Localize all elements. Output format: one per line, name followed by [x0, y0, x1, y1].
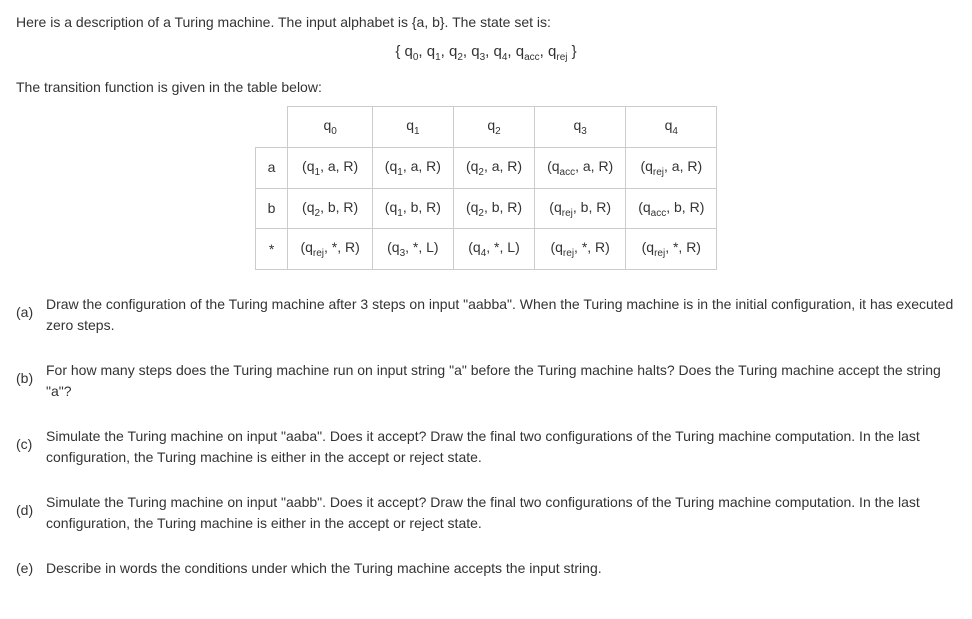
- cell: (q2, a, R): [453, 147, 534, 188]
- question-b: (b) For how many steps does the Turing m…: [16, 360, 956, 402]
- cell: (qrej, *, R): [535, 229, 626, 270]
- intro-alphabet-text: Here is a description of a Turing machin…: [16, 12, 956, 33]
- state-set: { q0, q1, q2, q3, q4, qacc, qrej }: [16, 41, 956, 65]
- cell: (q2, b, R): [453, 188, 534, 229]
- question-text: Simulate the Turing machine on input "aa…: [46, 426, 956, 468]
- question-label: (b): [16, 360, 46, 389]
- row-symbol: *: [255, 229, 288, 270]
- question-label: (a): [16, 294, 46, 323]
- table-row: a (q1, a, R) (q1, a, R) (q2, a, R) (qacc…: [255, 147, 717, 188]
- question-label: (c): [16, 426, 46, 455]
- transition-table: q0 q1 q2 q3 q4 a (q1, a, R) (q1, a, R) (…: [255, 106, 718, 270]
- question-text: Simulate the Turing machine on input "aa…: [46, 492, 956, 534]
- col-header-q1: q1: [372, 107, 453, 148]
- col-header-q2: q2: [453, 107, 534, 148]
- cell: (q1, b, R): [372, 188, 453, 229]
- cell: (q2, b, R): [288, 188, 372, 229]
- table-header-row: q0 q1 q2 q3 q4: [255, 107, 717, 148]
- question-label: (e): [16, 558, 46, 579]
- cell: (q4, *, L): [453, 229, 534, 270]
- question-text: For how many steps does the Turing machi…: [46, 360, 956, 402]
- cell: (q1, a, R): [372, 147, 453, 188]
- question-c: (c) Simulate the Turing machine on input…: [16, 426, 956, 468]
- cell: (qrej, *, R): [288, 229, 372, 270]
- table-row: b (q2, b, R) (q1, b, R) (q2, b, R) (qrej…: [255, 188, 717, 229]
- cell: (qrej, *, R): [626, 229, 717, 270]
- col-header-q4: q4: [626, 107, 717, 148]
- cell: (qacc, b, R): [626, 188, 717, 229]
- question-text: Draw the configuration of the Turing mac…: [46, 294, 956, 336]
- col-header-q3: q3: [535, 107, 626, 148]
- row-symbol: a: [255, 147, 288, 188]
- col-header-q0: q0: [288, 107, 372, 148]
- table-row: * (qrej, *, R) (q3, *, L) (q4, *, L) (qr…: [255, 229, 717, 270]
- question-label: (d): [16, 492, 46, 521]
- question-e: (e) Describe in words the conditions und…: [16, 558, 956, 579]
- cell: (qrej, b, R): [535, 188, 626, 229]
- cell: (qrej, a, R): [626, 147, 717, 188]
- question-d: (d) Simulate the Turing machine on input…: [16, 492, 956, 534]
- question-text: Describe in words the conditions under w…: [46, 558, 956, 579]
- question-a: (a) Draw the configuration of the Turing…: [16, 294, 956, 336]
- row-symbol: b: [255, 188, 288, 229]
- transition-intro-text: The transition function is given in the …: [16, 77, 956, 98]
- cell: (q1, a, R): [288, 147, 372, 188]
- cell: (q3, *, L): [372, 229, 453, 270]
- cell: (qacc, a, R): [535, 147, 626, 188]
